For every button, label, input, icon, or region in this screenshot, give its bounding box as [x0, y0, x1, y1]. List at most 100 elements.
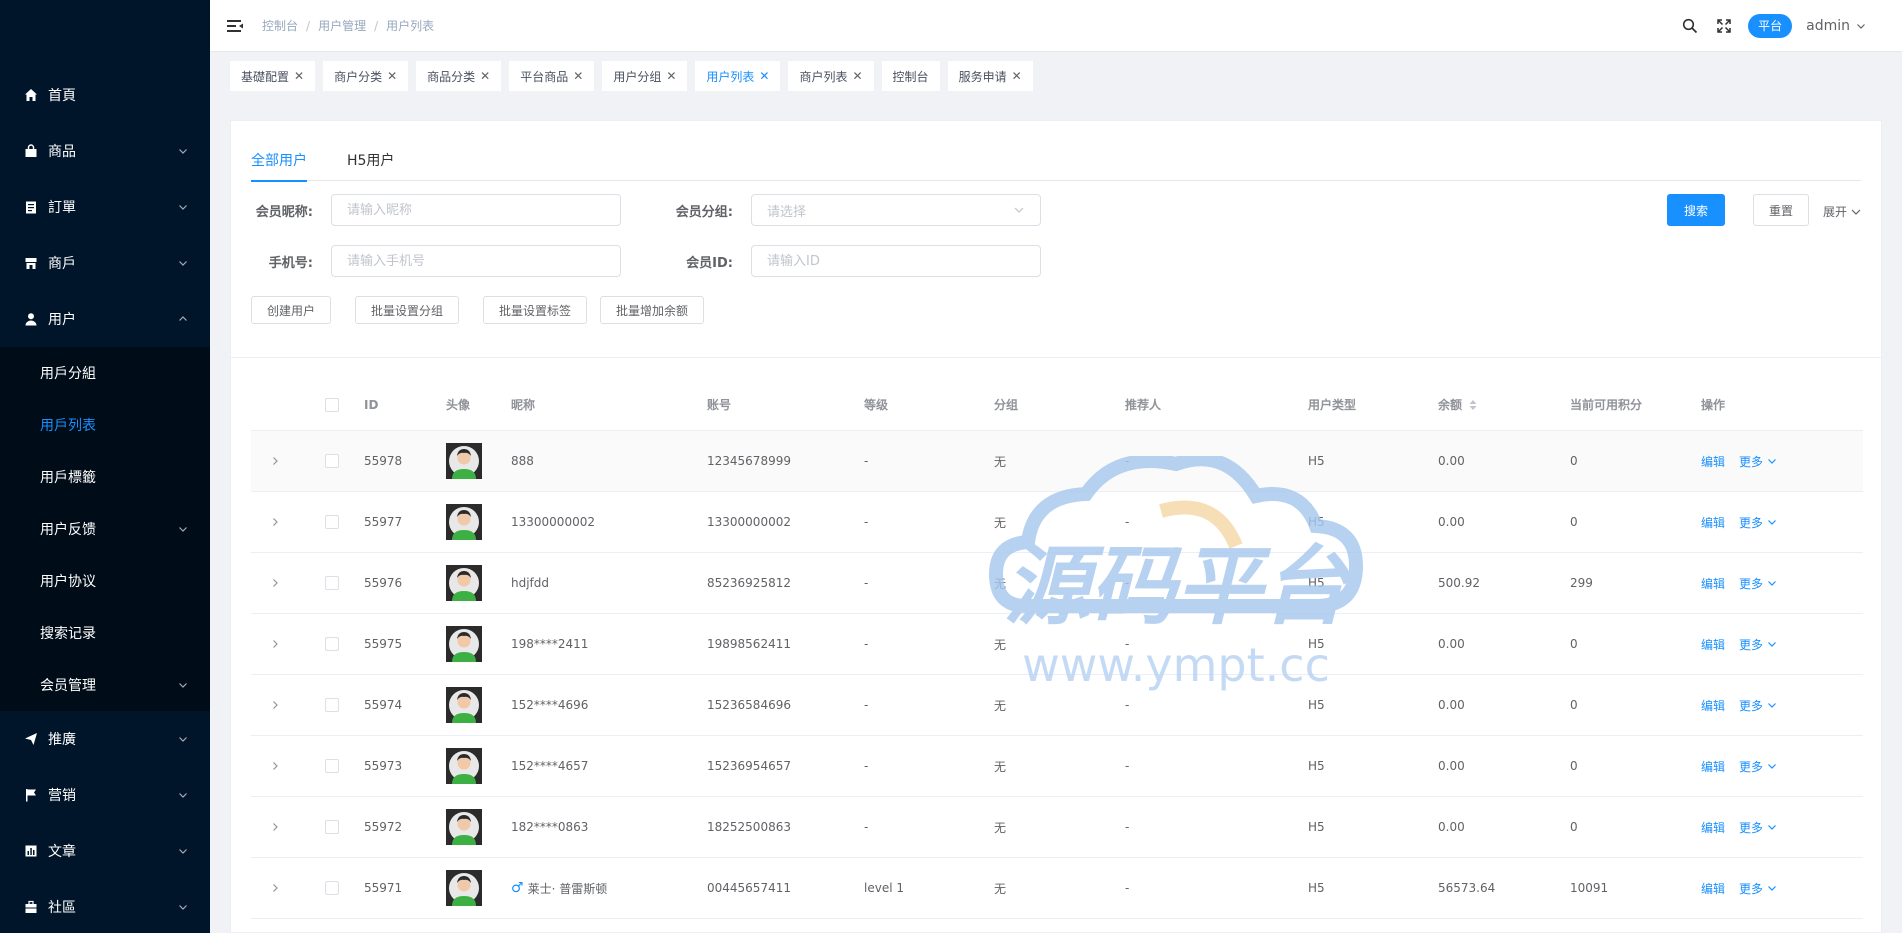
- close-icon[interactable]: ✕: [1012, 69, 1022, 83]
- chevron-right-icon[interactable]: [270, 578, 280, 588]
- sidebar-subitem-user-agreement[interactable]: 用户协议: [0, 555, 210, 607]
- close-icon[interactable]: ✕: [387, 69, 397, 83]
- main-card: 全部用户 H5用户 会员昵称: 会员分组: 请选择 手机号: 会员ID: 搜索 …: [230, 120, 1882, 933]
- batch-set-group-button[interactable]: 批量设置分组: [355, 296, 460, 324]
- sidebar-subitem-user-feedback[interactable]: 用户反馈: [0, 503, 210, 555]
- sidebar-item-orders[interactable]: 訂單: [0, 179, 210, 235]
- nickname-input[interactable]: [331, 194, 621, 226]
- tag-basic-config[interactable]: 基礎配置 ✕: [230, 61, 316, 91]
- edit-link[interactable]: 编辑: [1701, 697, 1725, 714]
- select-all-checkbox[interactable]: [324, 397, 339, 412]
- chevron-right-icon[interactable]: [270, 761, 280, 771]
- chevron-right-icon[interactable]: [270, 700, 280, 710]
- close-icon[interactable]: ✕: [294, 69, 304, 83]
- reset-button[interactable]: 重置: [1753, 194, 1810, 226]
- column-header-balance[interactable]: 余额: [1438, 396, 1570, 413]
- sidebar-item-products[interactable]: 商品: [0, 123, 210, 179]
- member-id-input[interactable]: [751, 245, 1041, 277]
- row-checkbox[interactable]: [324, 515, 339, 529]
- column-header-points: 当前可用积分: [1570, 398, 1643, 412]
- close-icon[interactable]: ✕: [666, 69, 676, 83]
- chevron-right-icon[interactable]: [270, 456, 280, 466]
- more-dropdown[interactable]: 更多: [1739, 453, 1777, 470]
- tab-h5-users[interactable]: H5用户: [347, 151, 394, 181]
- edit-link[interactable]: 编辑: [1701, 636, 1725, 653]
- cell-referrer: -: [1125, 515, 1130, 529]
- tag-product-category[interactable]: 商品分类 ✕: [416, 61, 502, 91]
- group-select-placeholder: 请选择: [767, 204, 807, 220]
- tag-user-groups[interactable]: 用户分组 ✕: [602, 61, 688, 91]
- close-icon[interactable]: ✕: [852, 69, 862, 83]
- sidebar-item-users[interactable]: 用户: [0, 291, 210, 347]
- more-dropdown[interactable]: 更多: [1739, 819, 1777, 836]
- breadcrumb-item[interactable]: 用户管理: [318, 17, 366, 34]
- chevron-down-icon: [1857, 23, 1865, 29]
- tag-service-request[interactable]: 服务申请 ✕: [947, 61, 1033, 91]
- cell-points: 0: [1570, 515, 1578, 529]
- sidebar-subitem-user-groups[interactable]: 用戶分組: [0, 347, 210, 399]
- close-icon[interactable]: ✕: [573, 69, 583, 83]
- edit-link[interactable]: 编辑: [1701, 453, 1725, 470]
- user-dropdown[interactable]: admin: [1806, 18, 1866, 34]
- chevron-right-icon[interactable]: [270, 639, 280, 649]
- tab-all-users[interactable]: 全部用户: [251, 151, 307, 182]
- cell-referrer: -: [1125, 881, 1130, 895]
- sidebar-item-promotion[interactable]: 推廣: [0, 711, 210, 767]
- more-dropdown[interactable]: 更多: [1739, 575, 1777, 592]
- more-dropdown[interactable]: 更多: [1739, 514, 1777, 531]
- sidebar-item-articles[interactable]: 文章: [0, 823, 210, 879]
- row-checkbox[interactable]: [324, 454, 339, 468]
- more-dropdown[interactable]: 更多: [1739, 636, 1777, 653]
- tag-user-list[interactable]: 用户列表 ✕: [695, 61, 781, 91]
- cell-actions: 编辑 更多: [1701, 514, 1851, 531]
- row-checkbox[interactable]: [324, 820, 339, 834]
- create-user-button[interactable]: 创建用户: [251, 296, 332, 324]
- chevron-right-icon[interactable]: [270, 822, 280, 832]
- tag-platform-products[interactable]: 平台商品 ✕: [509, 61, 595, 91]
- edit-link[interactable]: 编辑: [1701, 514, 1725, 531]
- tag-merchant-category[interactable]: 商户分类 ✕: [323, 61, 409, 91]
- edit-link[interactable]: 编辑: [1701, 880, 1725, 897]
- search-icon[interactable]: [1682, 18, 1698, 34]
- row-checkbox[interactable]: [324, 637, 339, 651]
- fullscreen-icon[interactable]: [1716, 18, 1732, 34]
- more-dropdown[interactable]: 更多: [1739, 758, 1777, 775]
- sidebar-item-community[interactable]: 社區: [0, 879, 210, 933]
- breadcrumb-item[interactable]: 控制台: [262, 17, 298, 34]
- chevron-down-icon: [179, 149, 187, 154]
- close-icon[interactable]: ✕: [759, 69, 769, 83]
- sidebar-subitem-search-records[interactable]: 搜索记录: [0, 607, 210, 659]
- sidebar-subitem-user-list[interactable]: 用戶列表: [0, 399, 210, 451]
- sidebar-subitem-member-management[interactable]: 会员管理: [0, 659, 210, 711]
- chevron-up-icon: [179, 316, 187, 321]
- row-checkbox[interactable]: [324, 576, 339, 590]
- tag-merchant-list[interactable]: 商户列表 ✕: [788, 61, 874, 91]
- expand-toggle[interactable]: 展开: [1823, 203, 1862, 220]
- table-row: 55971 ♂ 莱士· 普雷斯顿 00445657411 level 1 无 - H5 5657…: [251, 858, 1863, 919]
- row-checkbox[interactable]: [324, 759, 339, 773]
- tag-dashboard[interactable]: 控制台: [881, 61, 940, 91]
- row-checkbox[interactable]: [324, 881, 339, 895]
- sidebar-item-merchants[interactable]: 商戶: [0, 235, 210, 291]
- sidebar-item-marketing[interactable]: 营销: [0, 767, 210, 823]
- more-dropdown[interactable]: 更多: [1739, 880, 1777, 897]
- menu-fold-icon[interactable]: [226, 17, 244, 35]
- chevron-right-icon[interactable]: [270, 517, 280, 527]
- sidebar-item-home[interactable]: 首頁: [0, 67, 210, 123]
- group-select[interactable]: 请选择: [751, 194, 1041, 226]
- batch-add-balance-button[interactable]: 批量增加余额: [600, 296, 705, 324]
- sort-icon[interactable]: [1468, 399, 1478, 411]
- sidebar-subitem-user-tags[interactable]: 用戶標籤: [0, 451, 210, 503]
- breadcrumb-separator: /: [306, 18, 311, 33]
- phone-input[interactable]: [331, 245, 621, 277]
- edit-link[interactable]: 编辑: [1701, 575, 1725, 592]
- edit-link[interactable]: 编辑: [1701, 819, 1725, 836]
- more-dropdown[interactable]: 更多: [1739, 697, 1777, 714]
- search-button[interactable]: 搜索: [1667, 194, 1726, 226]
- batch-set-tag-button[interactable]: 批量设置标签: [483, 296, 588, 324]
- row-expand-cell: [251, 639, 299, 649]
- chevron-right-icon[interactable]: [270, 883, 280, 893]
- edit-link[interactable]: 编辑: [1701, 758, 1725, 775]
- row-checkbox[interactable]: [324, 698, 339, 712]
- close-icon[interactable]: ✕: [480, 69, 490, 83]
